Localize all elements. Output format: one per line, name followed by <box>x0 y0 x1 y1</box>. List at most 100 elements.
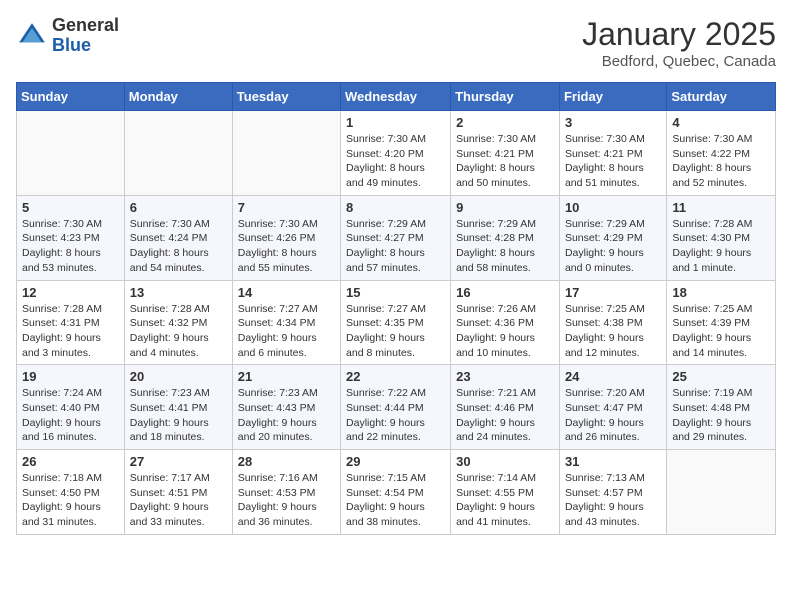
calendar-cell: 20Sunrise: 7:23 AM Sunset: 4:41 PM Dayli… <box>124 365 232 450</box>
calendar-cell: 19 Sunrise: 7:24 AM Sunset: 4:40 PM Dayli… <box>17 365 125 450</box>
day-number: 9 <box>456 200 554 215</box>
day-number: 3 <box>565 115 661 130</box>
day-number: 21 <box>238 369 335 384</box>
location: Bedford, Quebec, Canada <box>582 53 776 70</box>
calendar-cell: 11 Sunrise: 7:28 AM Sunset: 4:30 PM Dayli… <box>667 195 776 280</box>
day-info: Sunrise: 7:23 AM Sunset: 4:43 PM Dayligh… <box>238 386 335 445</box>
day-info: Sunrise: 7:28 AM Sunset: 4:32 PM Dayligh… <box>130 302 227 361</box>
calendar-cell: 25Sunrise: 7:19 AM Sunset: 4:48 PM Dayli… <box>667 365 776 450</box>
calendar-week-row: 5 Sunrise: 7:30 AM Sunset: 4:23 PM Daylig… <box>17 195 776 280</box>
day-number: 17 <box>565 285 661 300</box>
day-number: 14 <box>238 285 335 300</box>
day-number: 4 <box>672 115 770 130</box>
calendar-cell: 6 Sunrise: 7:30 AM Sunset: 4:24 PM Daylig… <box>124 195 232 280</box>
day-info: Sunrise: 7:20 AM Sunset: 4:47 PM Dayligh… <box>565 386 661 445</box>
calendar-cell <box>232 111 340 196</box>
day-number: 24 <box>565 369 661 384</box>
month-title: January 2025 <box>582 16 776 53</box>
calendar-cell: 16 Sunrise: 7:26 AM Sunset: 4:36 PM Dayli… <box>451 280 560 365</box>
day-number: 25 <box>672 369 770 384</box>
page-header: General Blue January 2025 Bedford, Quebe… <box>16 16 776 70</box>
day-info: Sunrise: 7:30 AM Sunset: 4:23 PM Dayligh… <box>22 217 119 276</box>
calendar-cell <box>124 111 232 196</box>
day-number: 6 <box>130 200 227 215</box>
day-info: Sunrise: 7:13 AM Sunset: 4:57 PM Dayligh… <box>565 471 661 530</box>
weekday-header: Tuesday <box>232 83 340 111</box>
day-number: 28 <box>238 454 335 469</box>
calendar-cell: 2 Sunrise: 7:30 AM Sunset: 4:21 PM Daylig… <box>451 111 560 196</box>
day-number: 11 <box>672 200 770 215</box>
day-info: Sunrise: 7:30 AM Sunset: 4:20 PM Dayligh… <box>346 132 445 191</box>
day-number: 30 <box>456 454 554 469</box>
day-info: Sunrise: 7:30 AM Sunset: 4:22 PM Dayligh… <box>672 132 770 191</box>
day-info: Sunrise: 7:29 AM Sunset: 4:29 PM Dayligh… <box>565 217 661 276</box>
calendar-week-row: 12 Sunrise: 7:28 AM Sunset: 4:31 PM Dayli… <box>17 280 776 365</box>
calendar-cell <box>667 450 776 535</box>
day-info: Sunrise: 7:22 AM Sunset: 4:44 PM Dayligh… <box>346 386 445 445</box>
calendar-cell: 4 Sunrise: 7:30 AM Sunset: 4:22 PM Daylig… <box>667 111 776 196</box>
day-number: 5 <box>22 200 119 215</box>
day-number: 2 <box>456 115 554 130</box>
day-number: 12 <box>22 285 119 300</box>
day-info: Sunrise: 7:30 AM Sunset: 4:24 PM Dayligh… <box>130 217 227 276</box>
day-number: 16 <box>456 285 554 300</box>
calendar-cell: 26Sunrise: 7:18 AM Sunset: 4:50 PM Dayli… <box>17 450 125 535</box>
logo-text: General Blue <box>52 16 119 56</box>
day-info: Sunrise: 7:29 AM Sunset: 4:27 PM Dayligh… <box>346 217 445 276</box>
day-number: 22 <box>346 369 445 384</box>
calendar-cell: 27Sunrise: 7:17 AM Sunset: 4:51 PM Dayli… <box>124 450 232 535</box>
day-info: Sunrise: 7:28 AM Sunset: 4:31 PM Dayligh… <box>22 302 119 361</box>
day-number: 18 <box>672 285 770 300</box>
calendar-cell: 29Sunrise: 7:15 AM Sunset: 4:54 PM Dayli… <box>341 450 451 535</box>
calendar-cell: 31Sunrise: 7:13 AM Sunset: 4:57 PM Dayli… <box>559 450 666 535</box>
calendar-cell: 12 Sunrise: 7:28 AM Sunset: 4:31 PM Dayli… <box>17 280 125 365</box>
day-info: Sunrise: 7:26 AM Sunset: 4:36 PM Dayligh… <box>456 302 554 361</box>
day-info: Sunrise: 7:28 AM Sunset: 4:30 PM Dayligh… <box>672 217 770 276</box>
calendar-cell: 5 Sunrise: 7:30 AM Sunset: 4:23 PM Daylig… <box>17 195 125 280</box>
weekday-header: Friday <box>559 83 666 111</box>
calendar-cell <box>17 111 125 196</box>
logo: General Blue <box>16 16 119 56</box>
calendar-cell: 28 Sunrise: 7:16 AM Sunset: 4:53 PM Dayli… <box>232 450 340 535</box>
calendar-cell: 3 Sunrise: 7:30 AM Sunset: 4:21 PM Daylig… <box>559 111 666 196</box>
day-number: 10 <box>565 200 661 215</box>
day-info: Sunrise: 7:21 AM Sunset: 4:46 PM Dayligh… <box>456 386 554 445</box>
day-number: 20 <box>130 369 227 384</box>
day-info: Sunrise: 7:25 AM Sunset: 4:38 PM Dayligh… <box>565 302 661 361</box>
day-number: 23 <box>456 369 554 384</box>
logo-blue: Blue <box>52 36 119 56</box>
logo-general: General <box>52 16 119 36</box>
day-info: Sunrise: 7:30 AM Sunset: 4:21 PM Dayligh… <box>456 132 554 191</box>
calendar-cell: 24 Sunrise: 7:20 AM Sunset: 4:47 PM Dayli… <box>559 365 666 450</box>
day-number: 13 <box>130 285 227 300</box>
calendar-week-row: 1 Sunrise: 7:30 AM Sunset: 4:20 PM Daylig… <box>17 111 776 196</box>
weekday-header: Thursday <box>451 83 560 111</box>
day-number: 1 <box>346 115 445 130</box>
calendar-cell: 18 Sunrise: 7:25 AM Sunset: 4:39 PM Dayli… <box>667 280 776 365</box>
day-number: 19 <box>22 369 119 384</box>
title-block: January 2025 Bedford, Quebec, Canada <box>582 16 776 70</box>
calendar-cell: 9 Sunrise: 7:29 AM Sunset: 4:28 PM Daylig… <box>451 195 560 280</box>
calendar: SundayMondayTuesdayWednesdayThursdayFrid… <box>16 82 776 535</box>
calendar-cell: 10 Sunrise: 7:29 AM Sunset: 4:29 PM Dayli… <box>559 195 666 280</box>
day-info: Sunrise: 7:24 AM Sunset: 4:40 PM Dayligh… <box>22 386 119 445</box>
day-number: 29 <box>346 454 445 469</box>
day-info: Sunrise: 7:16 AM Sunset: 4:53 PM Dayligh… <box>238 471 335 530</box>
calendar-cell: 7Sunrise: 7:30 AM Sunset: 4:26 PM Daylig… <box>232 195 340 280</box>
calendar-week-row: 26Sunrise: 7:18 AM Sunset: 4:50 PM Dayli… <box>17 450 776 535</box>
calendar-week-row: 19 Sunrise: 7:24 AM Sunset: 4:40 PM Dayli… <box>17 365 776 450</box>
day-info: Sunrise: 7:18 AM Sunset: 4:50 PM Dayligh… <box>22 471 119 530</box>
day-info: Sunrise: 7:29 AM Sunset: 4:28 PM Dayligh… <box>456 217 554 276</box>
calendar-cell: 15Sunrise: 7:27 AM Sunset: 4:35 PM Dayli… <box>341 280 451 365</box>
weekday-header: Saturday <box>667 83 776 111</box>
calendar-cell: 8Sunrise: 7:29 AM Sunset: 4:27 PM Daylig… <box>341 195 451 280</box>
day-info: Sunrise: 7:25 AM Sunset: 4:39 PM Dayligh… <box>672 302 770 361</box>
day-info: Sunrise: 7:30 AM Sunset: 4:21 PM Dayligh… <box>565 132 661 191</box>
calendar-cell: 30Sunrise: 7:14 AM Sunset: 4:55 PM Dayli… <box>451 450 560 535</box>
day-number: 27 <box>130 454 227 469</box>
day-info: Sunrise: 7:27 AM Sunset: 4:35 PM Dayligh… <box>346 302 445 361</box>
calendar-cell: 21 Sunrise: 7:23 AM Sunset: 4:43 PM Dayli… <box>232 365 340 450</box>
day-info: Sunrise: 7:27 AM Sunset: 4:34 PM Dayligh… <box>238 302 335 361</box>
calendar-cell: 22 Sunrise: 7:22 AM Sunset: 4:44 PM Dayli… <box>341 365 451 450</box>
weekday-header-row: SundayMondayTuesdayWednesdayThursdayFrid… <box>17 83 776 111</box>
